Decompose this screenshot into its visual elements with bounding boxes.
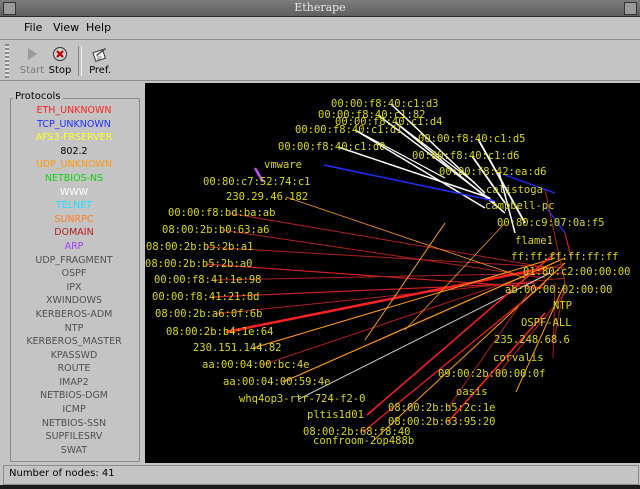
protocol-item[interactable]: NETBIOS-DGM (11, 389, 137, 403)
node-label[interactable]: 00:80:c9:07:0a:f5 (497, 217, 604, 229)
node-label[interactable]: 230.151.144.82 (193, 342, 282, 354)
protocols-header: Protocols (13, 91, 63, 102)
toolbar-grip[interactable] (5, 44, 9, 78)
menu-file[interactable]: File (24, 21, 42, 34)
node-label[interactable]: 00:00:f8:41:1e:98 (154, 274, 261, 286)
protocol-item[interactable]: KERBEROS-ADM (11, 308, 137, 322)
node-label[interactable]: 08:00:2b:b5:2b:a0 (145, 258, 252, 270)
node-label[interactable]: oasis (456, 386, 488, 398)
pref-button[interactable]: Pref. (80, 44, 120, 80)
preferences-icon (92, 48, 106, 62)
protocol-item[interactable]: IMAP2 (11, 376, 137, 390)
protocol-item[interactable]: ARP (11, 240, 137, 254)
window-title: Etherape (294, 1, 346, 14)
network-canvas[interactable]: 00:00:f8:40:c1:d3 00:00:f8:40:c1:82 00:00:… (145, 83, 640, 463)
protocol-item[interactable]: XWINDOWS (11, 294, 137, 308)
protocol-item[interactable]: AFS3-FRSERVER (11, 131, 137, 145)
protocol-item[interactable]: UDP_UNKNOWN (11, 158, 137, 172)
node-label[interactable]: NTP (553, 300, 572, 312)
protocol-item[interactable]: WWW (11, 186, 137, 200)
node-label[interactable]: 08:00:2b:b4:1e:64 (166, 326, 273, 338)
node-label[interactable]: 01:80:c2:00:00:00 (523, 266, 630, 278)
node-label[interactable]: OSPF-ALL (521, 317, 572, 329)
node-label[interactable]: campbell-pc (485, 200, 555, 212)
network-diagram[interactable]: 00:00:f8:40:c1:d300:00:f8:40:c1:8200:00:… (145, 83, 640, 463)
bottom-strip (0, 485, 640, 489)
node-label[interactable]: 08:00:2b:b5:2b:a1 (146, 241, 253, 253)
protocol-item[interactable]: 802.2 (11, 145, 137, 159)
window-close-button[interactable] (624, 2, 637, 15)
play-icon (28, 48, 37, 60)
protocol-item[interactable]: UDP_FRAGMENT (11, 254, 137, 268)
node-label[interactable]: aa:00:04:00:bc:4e (202, 359, 309, 371)
menu-help[interactable]: Help (86, 21, 111, 34)
protocol-item[interactable]: TCP_UNKNOWN (11, 118, 137, 132)
node-label[interactable]: 08:00:2b:a6:0f:6b (155, 308, 262, 320)
node-label[interactable]: 00:80:c7:52:74:c1 (203, 176, 310, 188)
protocol-item[interactable]: SUPFILESRV (11, 430, 137, 444)
protocol-item[interactable]: DOMAIN (11, 226, 137, 240)
node-label[interactable]: 08:00:2b:b5:2c:1e (388, 402, 495, 414)
node-label[interactable]: confroom-2op488b (313, 435, 414, 447)
node-label[interactable]: ab:00:00:02:00:00 (505, 284, 612, 296)
node-label[interactable]: aa:00:04:00:59:4e (223, 376, 330, 388)
node-count-text: Number of nodes: 41 (9, 468, 115, 479)
title-bar[interactable]: Etherape (0, 0, 640, 17)
protocol-item[interactable]: OSPF (11, 267, 137, 281)
protocol-item[interactable]: NETBIOS-NS (11, 172, 137, 186)
protocol-item[interactable]: ROUTE (11, 362, 137, 376)
node-label[interactable]: calistoga (486, 184, 543, 196)
etherape-window: Etherape File View Help Start Stop Pref. (0, 0, 640, 489)
node-label[interactable]: 00:00:f8:40:c1:d0 (278, 141, 385, 153)
node-label[interactable]: 00:00:f8:40:c1:d6 (412, 150, 519, 162)
protocol-item[interactable]: SUNRPC (11, 213, 137, 227)
node-label[interactable]: pltis1d01 (307, 409, 364, 421)
protocol-item[interactable]: NETBIOS-SSN (11, 417, 137, 431)
connection-line (404, 222, 506, 331)
protocols-list: ETH_UNKNOWN TCP_UNKNOWN AFS3-FRSERVER 802.2… (11, 104, 137, 457)
protocol-item[interactable]: TELNET (11, 199, 137, 213)
node-label[interactable]: 09:00:2b:00:00:0f (438, 368, 545, 380)
connection-line (221, 229, 546, 279)
node-label[interactable]: ff:ff:ff:ff:ff:ff (511, 251, 618, 263)
node-label[interactable]: vmware (264, 159, 302, 171)
node-label[interactable]: 00:00:f8:40:c1:d5 (418, 133, 525, 145)
menu-view[interactable]: View (53, 21, 79, 34)
node-label[interactable]: corvalis (493, 352, 544, 364)
node-label[interactable]: 230.29.46.182 (226, 191, 308, 203)
status-bar: Number of nodes: 41 (3, 465, 639, 485)
node-label[interactable]: whq4op3-rtr-724-f2-0 (239, 393, 365, 405)
node-label[interactable]: 00:00:f8:40:c1:d1 (295, 124, 402, 136)
node-label[interactable]: 00:00:f8:bd:ba:ab (168, 207, 275, 219)
protocol-item[interactable]: ICMP (11, 403, 137, 417)
node-label[interactable]: 00:00:f8:41:21:8d (152, 291, 259, 303)
protocols-panel: Protocols ETH_UNKNOWN TCP_UNKNOWN AFS3-FRS… (7, 82, 141, 462)
connection-line (364, 222, 446, 341)
stop-icon (53, 47, 67, 61)
pref-label: Pref. (89, 65, 111, 76)
node-label[interactable]: 235.248.68.6 (494, 334, 570, 346)
node-label[interactable]: flame1 (515, 235, 553, 247)
protocol-item[interactable]: IPX (11, 281, 137, 295)
protocol-item[interactable]: SWAT (11, 444, 137, 458)
stop-label: Stop (48, 65, 72, 76)
protocol-item[interactable]: KERBEROS_MASTER (11, 335, 137, 349)
menu-bar: File View Help (0, 17, 640, 40)
node-label[interactable]: 08:00:2b:b0:63:a6 (162, 224, 269, 236)
protocol-item[interactable]: NTP (11, 322, 137, 336)
protocol-item[interactable]: KPASSWD (11, 349, 137, 363)
stop-button[interactable]: Stop (40, 44, 80, 80)
node-label[interactable]: 00:00:f8:42:ea:d6 (439, 166, 546, 178)
protocol-item[interactable]: ETH_UNKNOWN (11, 104, 137, 118)
